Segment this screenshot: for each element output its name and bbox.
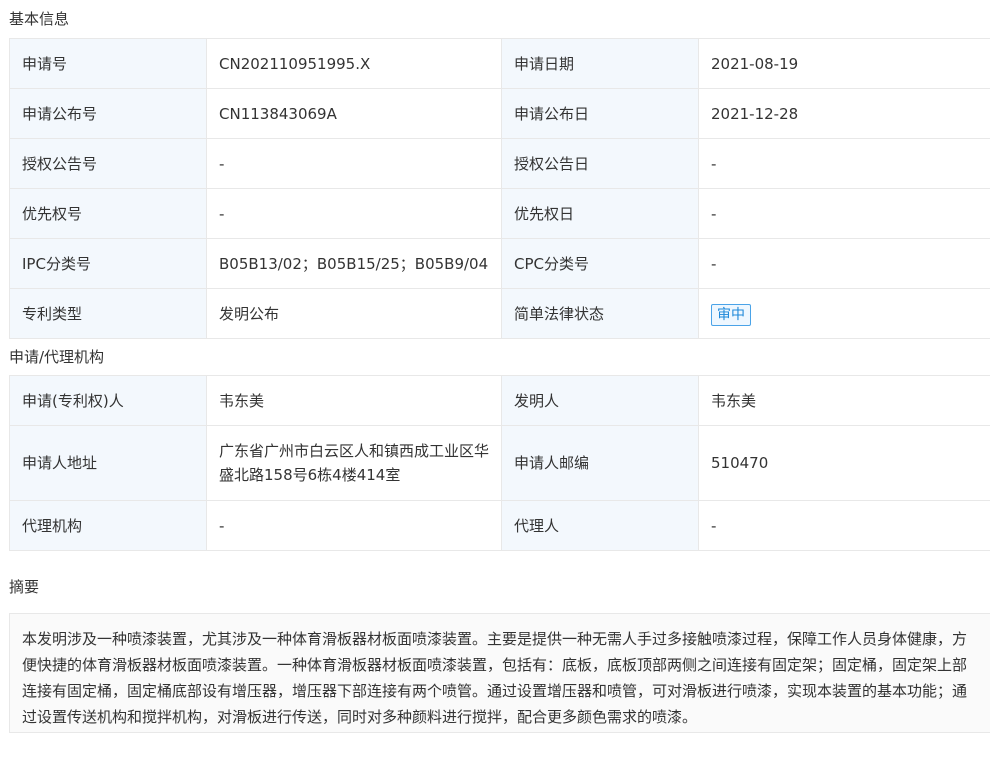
legal-status-cell: 审中 [698,288,990,339]
agent-label: 代理人 [501,500,699,551]
grant-date-value: - [698,138,990,189]
grant-number-value: - [206,138,502,189]
legal-status-badge: 审中 [711,303,751,326]
application-number-value: CN202110951995.X [206,38,502,89]
table-row: 授权公告号 - 授权公告日 - [9,138,990,189]
cpc-class-value: - [698,238,990,289]
inventor-label: 发明人 [501,375,699,426]
patent-type-label: 专利类型 [9,288,207,339]
priority-number-value: - [206,188,502,239]
table-row: 申请号 CN202110951995.X 申请日期 2021-08-19 [9,38,990,89]
basic-info-title: 基本信息 [9,10,70,28]
priority-date-label: 优先权日 [501,188,699,239]
table-row: 专利类型 发明公布 简单法律状态 审中 [9,288,990,339]
priority-number-label: 优先权号 [9,188,207,239]
agent-value: - [698,500,990,551]
applicant-label: 申请(专利权)人 [9,375,207,426]
inventor-value: 韦东美 [698,375,990,426]
table-row: 申请(专利权)人 韦东美 发明人 韦东美 [9,375,990,426]
application-date-label: 申请日期 [501,38,699,89]
publication-number-label: 申请公布号 [9,88,207,139]
applicant-address-label: 申请人地址 [9,425,207,501]
ipc-class-value: B05B13/02；B05B15/25；B05B9/04 [206,238,502,289]
applicant-postcode-value: 510470 [698,425,990,501]
table-row: 优先权号 - 优先权日 - [9,188,990,239]
agency-info-title: 申请/代理机构 [9,348,105,366]
publication-number-value: CN113843069A [206,88,502,139]
basic-info-table: 申请号 CN202110951995.X 申请日期 2021-08-19 申请公… [9,38,990,339]
abstract-title: 摘要 [9,578,40,596]
patent-type-value: 发明公布 [206,288,502,339]
ipc-class-label: IPC分类号 [9,238,207,289]
applicant-address-value: 广东省广州市白云区人和镇西成工业区华盛北路158号6栋4楼414室 [206,425,502,501]
legal-status-label: 简单法律状态 [501,288,699,339]
abstract-text: 本发明涉及一种喷漆装置，尤其涉及一种体育滑板器材板面喷漆装置。主要是提供一种无需… [9,613,990,733]
grant-number-label: 授权公告号 [9,138,207,189]
grant-date-label: 授权公告日 [501,138,699,189]
application-number-label: 申请号 [9,38,207,89]
priority-date-value: - [698,188,990,239]
table-row: 代理机构 - 代理人 - [9,500,990,551]
publication-date-label: 申请公布日 [501,88,699,139]
agency-label: 代理机构 [9,500,207,551]
agency-info-table: 申请(专利权)人 韦东美 发明人 韦东美 申请人地址 广东省广州市白云区人和镇西… [9,375,990,551]
table-row: 申请人地址 广东省广州市白云区人和镇西成工业区华盛北路158号6栋4楼414室 … [9,425,990,501]
agency-value: - [206,500,502,551]
patent-detail-page: 基本信息 申请号 CN202110951995.X 申请日期 2021-08-1… [0,0,990,757]
application-date-value: 2021-08-19 [698,38,990,89]
applicant-postcode-label: 申请人邮编 [501,425,699,501]
table-row: IPC分类号 B05B13/02；B05B15/25；B05B9/04 CPC分… [9,238,990,289]
publication-date-value: 2021-12-28 [698,88,990,139]
applicant-value: 韦东美 [206,375,502,426]
cpc-class-label: CPC分类号 [501,238,699,289]
table-row: 申请公布号 CN113843069A 申请公布日 2021-12-28 [9,88,990,139]
